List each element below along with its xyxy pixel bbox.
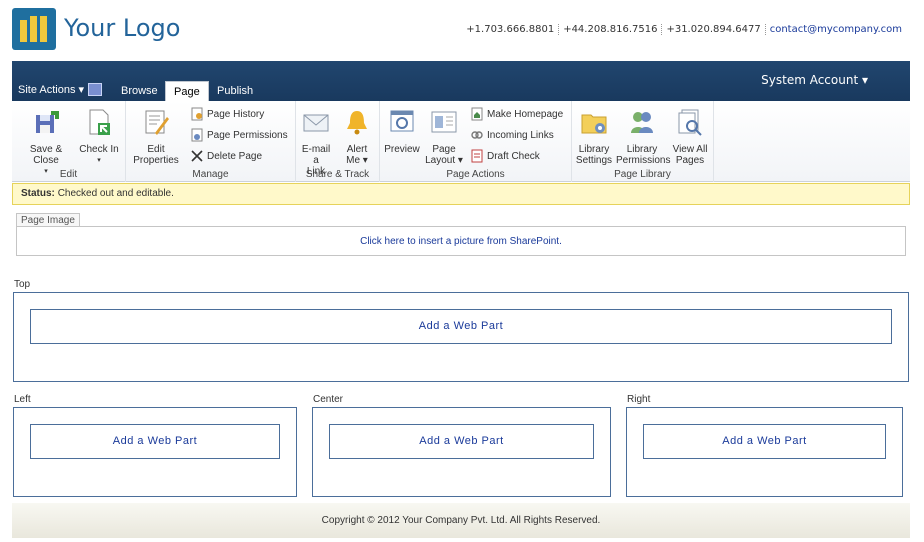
phone-nl: +31.020.894.6477 (662, 24, 766, 35)
logo-icon (12, 8, 56, 50)
web-part-zone-left: Add a Web Part (13, 407, 297, 497)
ribbon-tab-bar: Site Actions ▾ Browse Page Publish Syste… (12, 61, 910, 101)
status-bar: Status: Checked out and editable. (12, 183, 910, 205)
draft-check-button[interactable]: Draft Check (470, 149, 540, 163)
library-permissions-icon (631, 112, 653, 133)
add-web-part-button-right[interactable]: Add a Web Part (643, 424, 886, 459)
zone-label-top: Top (14, 279, 31, 290)
phone-us: +1.703.666.8801 (462, 24, 560, 35)
page-history-button[interactable]: Page History (190, 107, 264, 121)
delete-page-button[interactable]: Delete Page (190, 149, 262, 163)
contact-email-link[interactable]: contact@mycompany.com (766, 24, 906, 35)
status-label: Status: (21, 188, 55, 199)
check-in-button[interactable]: Check In ▾ (76, 107, 122, 166)
page-layout-icon (431, 111, 457, 133)
site-actions-menu[interactable]: Site Actions ▾ (18, 83, 84, 96)
ribbon-group-page-library: Library Settings Library Permissions View … (572, 101, 714, 182)
email-link-button[interactable]: E-mail a Link (298, 107, 334, 177)
page-permissions-icon (191, 128, 203, 142)
web-part-zone-center: Add a Web Part (312, 407, 611, 497)
add-web-part-button-left[interactable]: Add a Web Part (30, 424, 280, 459)
save-icon (36, 111, 59, 133)
zone-label-center: Center (313, 394, 344, 405)
edit-properties-button[interactable]: Edit Properties (130, 107, 182, 166)
web-part-zone-top: Add a Web Part (13, 292, 909, 382)
logo-text[interactable]: Your Logo (64, 14, 180, 42)
draft-check-icon (471, 149, 483, 163)
tab-browse[interactable]: Browse (113, 81, 166, 101)
incoming-links-button[interactable]: Incoming Links (470, 128, 554, 142)
make-homepage-button[interactable]: Make Homepage (470, 107, 563, 121)
page-header: Your Logo +1.703.666.8801 +44.208.816.75… (0, 0, 924, 60)
zone-label-left: Left (14, 394, 31, 405)
delete-icon (191, 150, 203, 162)
system-account-menu[interactable]: System Account ▾ (761, 73, 868, 87)
group-label-share-track: Share & Track (305, 169, 370, 180)
ribbon: Save & Close ▾ Check In ▾ Edit Edit Proper… (12, 101, 910, 182)
preview-button[interactable]: Preview (384, 107, 420, 155)
link-icon (471, 131, 483, 139)
page-image-tab: Page Image (16, 213, 80, 227)
add-web-part-button-top[interactable]: Add a Web Part (30, 309, 892, 344)
web-part-zone-right: Add a Web Part (626, 407, 903, 497)
library-settings-icon (581, 114, 607, 134)
phone-uk: +44.208.816.7516 (559, 24, 663, 35)
bell-icon (347, 111, 367, 135)
status-text: Checked out and editable. (57, 188, 174, 199)
page-permissions-button[interactable]: Page Permissions (190, 128, 288, 142)
alert-me-button[interactable]: Alert Me ▾ (340, 107, 374, 166)
ribbon-group-share-track: E-mail a Link Alert Me ▾ Share & Track (296, 101, 380, 182)
view-all-pages-button[interactable]: View All Pages (670, 107, 710, 166)
save-close-button[interactable]: Save & Close ▾ (16, 107, 76, 177)
copyright-text: Copyright © 2012 Your Company Pvt. Ltd. … (321, 515, 601, 526)
tab-publish[interactable]: Publish (209, 81, 261, 101)
email-icon (303, 114, 329, 132)
check-in-icon (89, 109, 110, 135)
edit-properties-icon (145, 110, 169, 135)
add-web-part-button-center[interactable]: Add a Web Part (329, 424, 594, 459)
page-image-field[interactable]: Click here to insert a picture from Shar… (16, 226, 906, 256)
group-label-manage: Manage (192, 169, 229, 180)
homepage-icon (471, 107, 483, 121)
page-history-icon (191, 107, 203, 121)
group-label-page-actions: Page Actions (446, 169, 505, 180)
library-permissions-button[interactable]: Library Permissions (616, 107, 670, 166)
library-settings-button[interactable]: Library Settings (574, 107, 614, 166)
preview-icon (390, 110, 414, 132)
edit-page-icon[interactable] (88, 83, 102, 96)
view-all-pages-icon (678, 109, 702, 136)
tab-page[interactable]: Page (165, 81, 209, 101)
page-layout-button[interactable]: Page Layout ▾ (424, 107, 464, 166)
page-footer: Copyright © 2012 Your Company Pvt. Ltd. … (12, 503, 910, 538)
ribbon-group-manage: Edit Properties Page History Page Permis… (126, 101, 296, 182)
group-label-page-library: Page Library (614, 169, 671, 180)
contact-info: +1.703.666.8801 +44.208.816.7516 +31.020… (462, 24, 906, 35)
insert-picture-link[interactable]: Click here to insert a picture from Shar… (360, 236, 562, 247)
zone-label-right: Right (627, 394, 651, 405)
ribbon-group-page-actions: Preview Page Layout ▾ Make Homepage Incom… (380, 101, 572, 182)
group-label-edit: Edit (59, 169, 78, 180)
ribbon-group-edit: Save & Close ▾ Check In ▾ Edit (12, 101, 126, 182)
